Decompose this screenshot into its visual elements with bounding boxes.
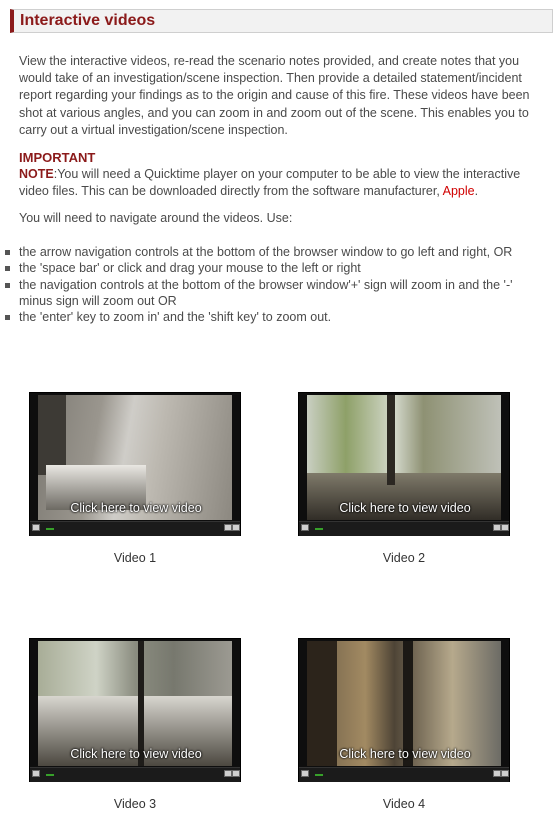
zoom-in-icon[interactable] <box>501 524 509 531</box>
intro-paragraph: View the interactive videos, re-read the… <box>19 54 530 137</box>
video-caption: Video 3 <box>113 797 157 811</box>
video-3: Click here to view video Video 3 <box>29 638 241 811</box>
play-icon[interactable] <box>32 770 40 777</box>
video-caption: Video 4 <box>382 797 426 811</box>
important-heading: IMPORTANT <box>19 150 96 165</box>
note-label: NOTE <box>19 167 54 181</box>
view-video-link[interactable]: Click here to view video <box>299 501 511 515</box>
list-item: the 'enter' key to zoom in' and the 'shi… <box>0 309 545 325</box>
section-header: Interactive videos <box>10 9 553 33</box>
player-controls <box>30 767 240 782</box>
play-icon[interactable] <box>32 524 40 531</box>
zoom-out-icon[interactable] <box>224 770 232 777</box>
list-item: the arrow navigation controls at the bot… <box>0 244 545 260</box>
zoom-in-icon[interactable] <box>501 770 509 777</box>
video-caption: Video 1 <box>113 551 157 565</box>
play-icon[interactable] <box>301 770 309 777</box>
video-1: Click here to view video Video 1 <box>29 392 241 565</box>
list-item-text: the 'enter' key to zoom in' and the 'shi… <box>19 310 332 325</box>
bullet-icon <box>5 266 10 272</box>
view-video-link[interactable]: Click here to view video <box>30 747 242 761</box>
note-paragraph: NOTE:You will need a Quicktime player on… <box>19 166 544 200</box>
apple-link[interactable]: Apple <box>443 184 475 198</box>
video-4: Click here to view video Video 4 <box>298 638 510 811</box>
zoom-in-icon[interactable] <box>232 770 240 777</box>
video-caption: Video 2 <box>382 551 426 565</box>
video-thumbnail-4[interactable]: Click here to view video <box>298 638 510 782</box>
view-video-link[interactable]: Click here to view video <box>299 747 511 761</box>
navigate-instructions: You will need to navigate around the vid… <box>19 211 293 225</box>
video-thumbnail-1[interactable]: Click here to view video <box>29 392 241 536</box>
video-thumbnail-3[interactable]: Click here to view video <box>29 638 241 782</box>
list-item: the navigation controls at the bottom of… <box>0 277 545 310</box>
list-item-text: the 'space bar' or click and drag your m… <box>19 261 361 276</box>
zoom-out-icon[interactable] <box>224 524 232 531</box>
bullet-icon <box>5 250 10 255</box>
player-controls <box>30 521 240 536</box>
list-item: the 'space bar' or click and drag your m… <box>0 260 545 276</box>
important-notice: IMPORTANT NOTE:You will need a Quicktime… <box>19 149 544 200</box>
player-controls <box>299 767 509 782</box>
view-video-link[interactable]: Click here to view video <box>30 501 242 515</box>
player-controls <box>299 521 509 536</box>
navigation-list: the arrow navigation controls at the bot… <box>0 244 545 325</box>
zoom-out-icon[interactable] <box>493 770 501 777</box>
video-2: Click here to view video Video 2 <box>298 392 510 565</box>
zoom-out-icon[interactable] <box>493 524 501 531</box>
list-item-text: the arrow navigation controls at the bot… <box>19 245 513 259</box>
video-thumbnail-2[interactable]: Click here to view video <box>298 392 510 536</box>
note-end: . <box>474 184 479 198</box>
bullet-icon <box>5 315 10 321</box>
status-indicator <box>315 528 323 530</box>
page-title: Interactive videos <box>20 12 156 29</box>
list-item-text: the navigation controls at the bottom of… <box>19 277 513 308</box>
zoom-in-icon[interactable] <box>232 524 240 531</box>
status-indicator <box>46 774 54 776</box>
status-indicator <box>46 528 54 530</box>
status-indicator <box>315 774 323 776</box>
bullet-icon <box>5 282 10 288</box>
play-icon[interactable] <box>301 524 309 531</box>
